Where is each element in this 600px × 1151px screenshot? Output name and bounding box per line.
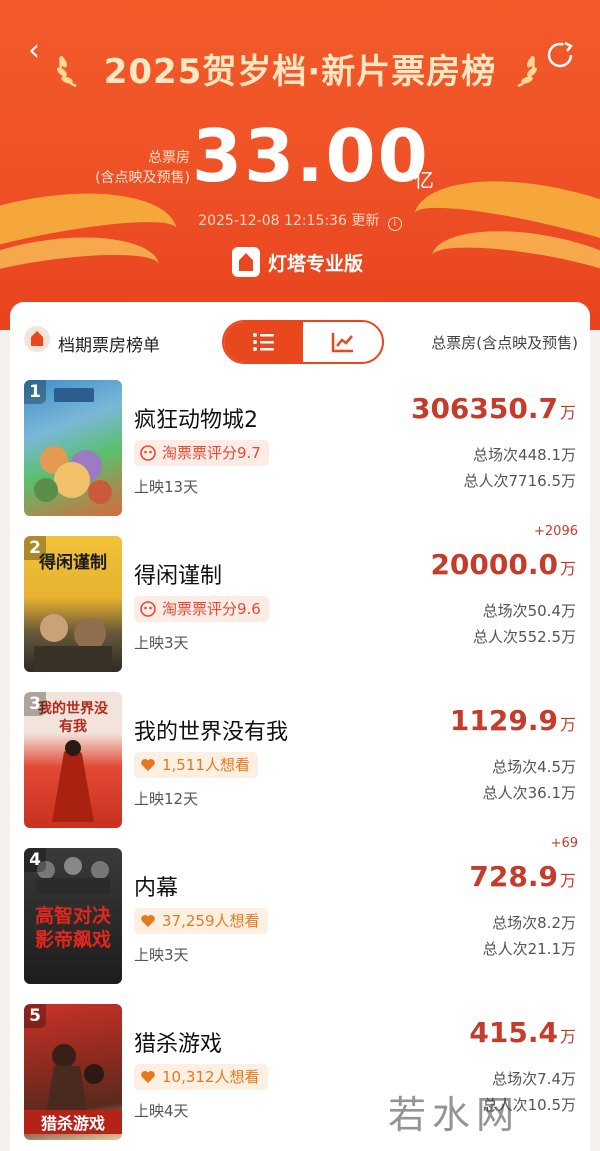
ranking-panel: 档期票房榜单 总票房(含点映及预售) 1 疯狂动物城2 淘票票评分9.7 上映1…	[10, 302, 590, 1151]
panel-title: 档期票房榜单	[58, 336, 160, 356]
update-timestamp: 2025-12-08 12:15:36 更新 i	[0, 210, 600, 231]
box-office-value: 1129.9 万	[449, 704, 576, 737]
box-office-value: 728.9 万	[469, 860, 576, 893]
movie-row[interactable]: 1 疯狂动物城2 淘票票评分9.7 上映13天 306350.7 万 总场次448…	[10, 380, 590, 536]
movie-row[interactable]: 4 高智对决影帝飙戏 内幕 37,259人想看 上映3天 +69 728.9 万 …	[10, 836, 590, 1004]
box-office-value: 415.4 万	[469, 1016, 576, 1049]
rank-number: 4	[24, 848, 46, 872]
rating-badge: 淘票票评分9.6	[134, 596, 269, 622]
total-shows: 总场次448.1万	[473, 446, 576, 464]
view-toggle	[222, 320, 384, 364]
release-days: 上映3天	[134, 946, 189, 964]
list-icon	[252, 333, 274, 351]
release-days: 上映12天	[134, 790, 199, 808]
want-to-see-badge: 10,312人想看	[134, 1064, 268, 1090]
brand-logo-lockup: 灯塔专业版	[232, 246, 363, 278]
movie-title[interactable]: 内幕	[134, 870, 178, 902]
heart-icon	[141, 759, 155, 771]
poster-caption: 猎杀游戏	[24, 1110, 122, 1134]
taopiaopiao-icon	[140, 445, 156, 461]
header-banner: ‹ 2025贺岁档·新片票房榜 总票房 (含点映及预售) 33.00 亿 202…	[0, 0, 600, 330]
chart-view-button[interactable]	[303, 322, 382, 362]
total-box-office-value: 33.00	[192, 114, 430, 198]
taopiaopiao-icon	[140, 601, 156, 617]
movie-poster[interactable]: 3 我的世界没有我	[24, 692, 122, 828]
movie-title[interactable]: 猎杀游戏	[134, 1026, 222, 1058]
total-shows: 总场次4.5万	[492, 758, 576, 776]
release-days: 上映4天	[134, 1102, 189, 1120]
laurel-right-icon	[517, 55, 537, 88]
total-viewers: 总人次7716.5万	[463, 472, 577, 490]
update-suffix: 更新	[351, 213, 380, 229]
box-office-value: 306350.7 万	[410, 392, 576, 425]
box-office-delta: +2096	[534, 524, 578, 539]
total-shows: 总场次8.2万	[492, 914, 576, 932]
info-icon[interactable]: i	[387, 217, 402, 231]
movie-title[interactable]: 得闲谨制	[134, 558, 222, 590]
box-office-value: 20000.0 万	[430, 548, 576, 581]
movie-poster[interactable]: 2 得闲谨制	[24, 536, 122, 672]
list-view-button[interactable]	[224, 322, 303, 362]
total-shows: 总场次50.4万	[482, 602, 576, 620]
movie-title[interactable]: 我的世界没有我	[134, 714, 288, 746]
rank-number: 1	[24, 380, 46, 404]
total-viewers: 总人次21.1万	[482, 940, 576, 958]
box-office-delta: +69	[550, 836, 578, 851]
want-to-see-badge: 1,511人想看	[134, 752, 258, 778]
rank-number: 2	[24, 536, 46, 560]
movie-title[interactable]: 疯狂动物城2	[134, 402, 258, 434]
movie-row[interactable]: 2 得闲谨制 得闲谨制 淘票票评分9.6 上映3天 +2096 20000.0 万…	[10, 524, 590, 692]
movie-poster[interactable]: 5 猎杀游戏	[24, 1004, 122, 1140]
rank-number: 5	[24, 1004, 46, 1028]
heart-icon	[141, 915, 155, 927]
brand-name: 灯塔专业版	[268, 252, 364, 275]
poster-caption: 高智对决影帝飙戏	[34, 905, 111, 951]
trend-chart-icon	[331, 333, 353, 353]
heart-icon	[141, 1071, 155, 1083]
rating-badge: 淘票票评分9.7	[134, 440, 269, 466]
release-days: 上映13天	[134, 478, 199, 496]
total-box-office-unit: 亿	[414, 168, 434, 192]
column-header-total: 总票房(含点映及预售)	[431, 334, 578, 352]
refresh-icon[interactable]	[545, 40, 575, 70]
movie-poster[interactable]: 1	[24, 380, 122, 516]
lighthouse-logo-icon	[232, 247, 260, 277]
rank-number: 3	[24, 692, 46, 716]
total-viewers: 总人次552.5万	[473, 628, 576, 646]
site-watermark: 若水网	[388, 1093, 521, 1137]
update-time: 2025-12-08 12:15:36	[198, 213, 347, 229]
panel-header: 档期票房榜单 总票房(含点映及预售)	[10, 302, 590, 376]
release-days: 上映3天	[134, 634, 189, 652]
lighthouse-badge-icon	[24, 326, 50, 352]
total-box-office-label: 总票房 (含点映及预售)	[95, 150, 190, 186]
want-to-see-badge: 37,259人想看	[134, 908, 268, 934]
movie-poster[interactable]: 4 高智对决影帝飙戏	[24, 848, 122, 984]
movie-row[interactable]: 3 我的世界没有我 我的世界没有我 1,511人想看 上映12天 1129.9 万…	[10, 692, 590, 848]
total-viewers: 总人次36.1万	[482, 784, 576, 802]
